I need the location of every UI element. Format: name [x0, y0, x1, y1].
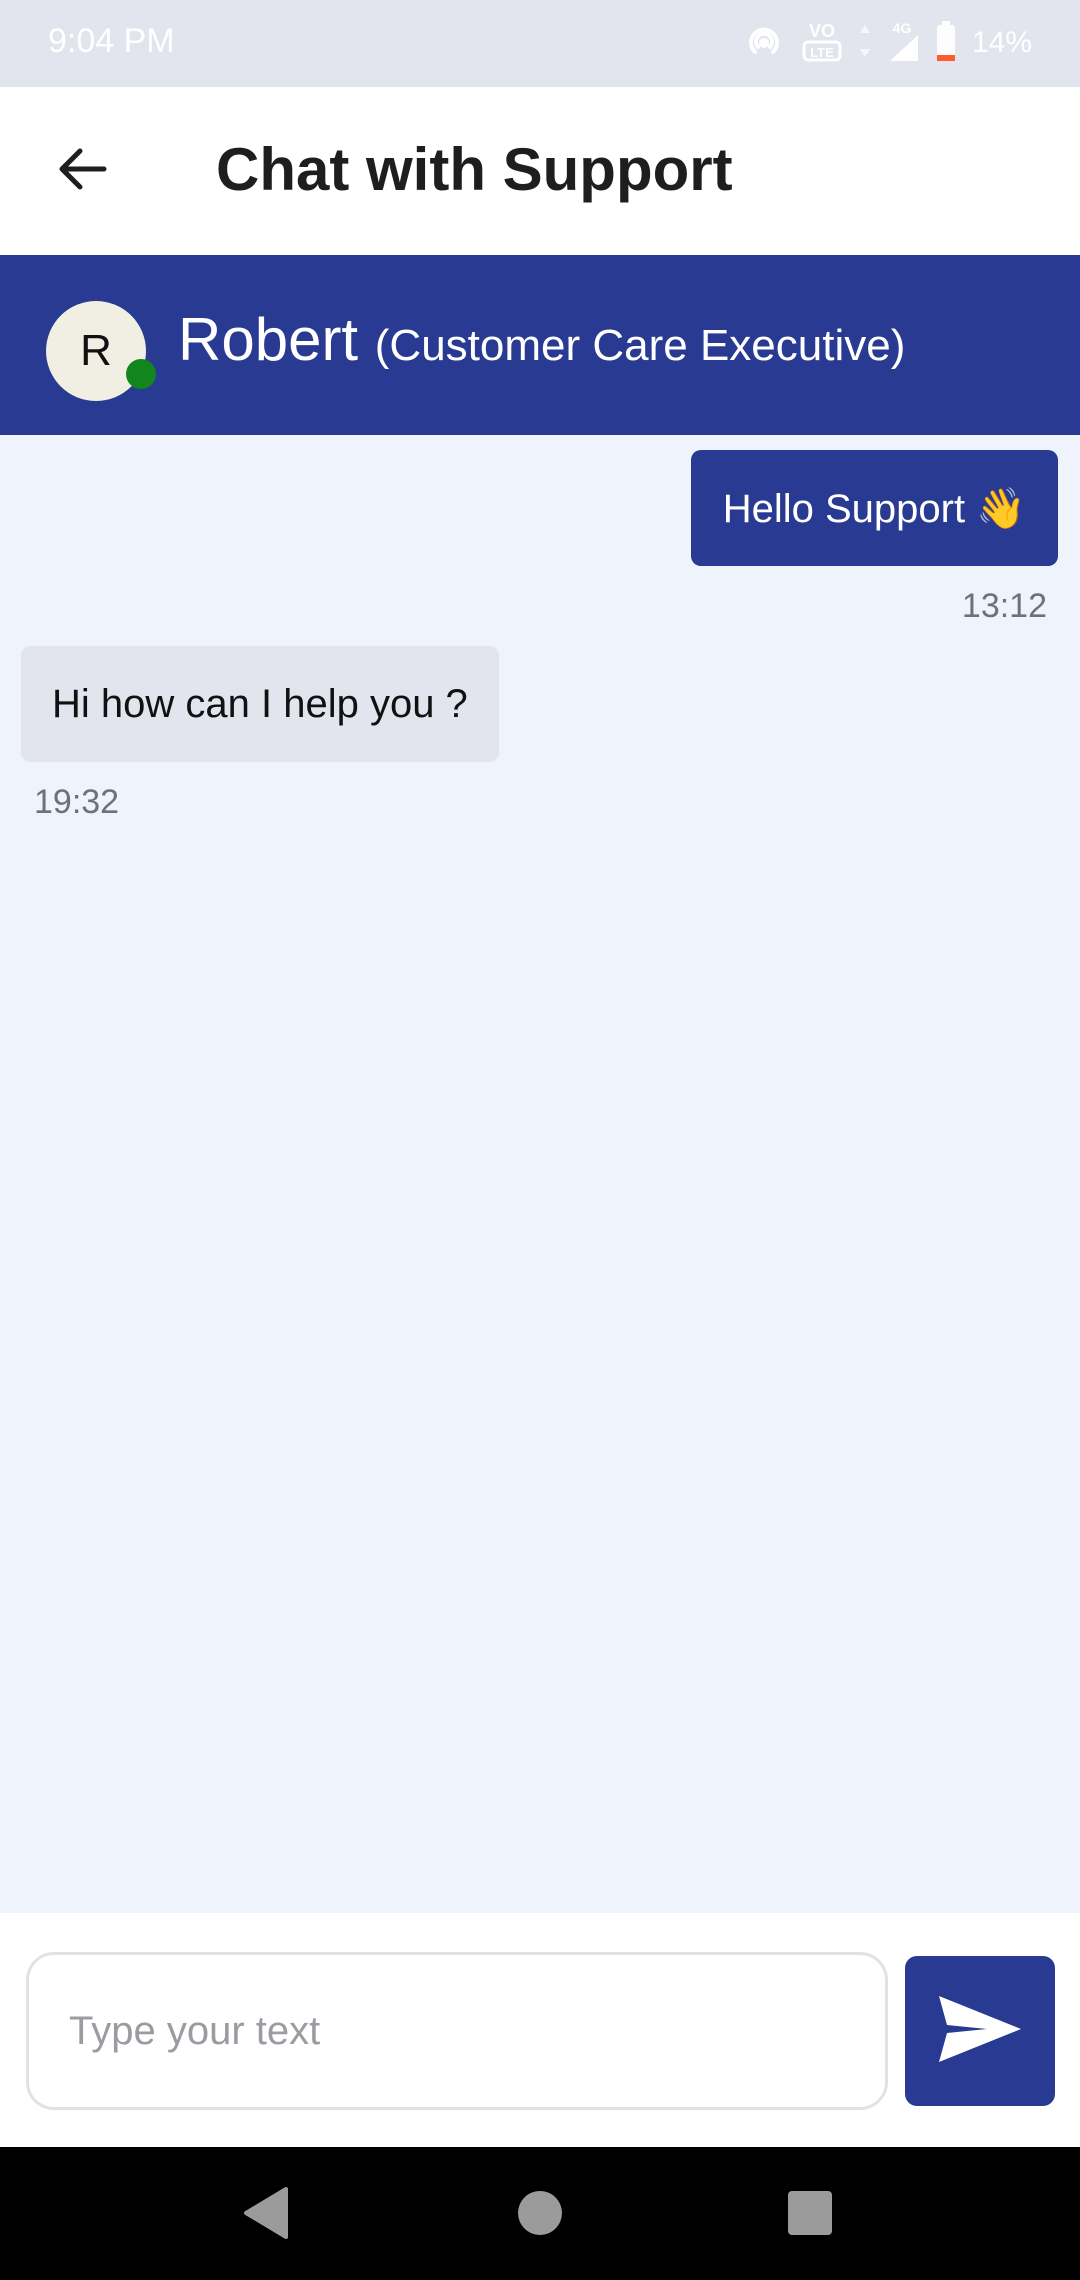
- data-arrows-icon: [858, 21, 872, 66]
- message-input[interactable]: [26, 1952, 888, 2110]
- page-title: Chat with Support: [216, 136, 733, 203]
- message-bubble-outgoing[interactable]: Hello Support 👋: [690, 450, 1058, 566]
- signal-icon: 4G: [886, 19, 920, 68]
- status-icons: VO LTE 4G 14%: [742, 18, 1032, 68]
- agent-header: R Robert (Customer Care Executive): [0, 255, 1080, 435]
- battery-percent: 14%: [971, 26, 1032, 59]
- hotspot-icon: [742, 19, 786, 68]
- status-bar: 9:04 PM VO LTE 4G 14%: [0, 0, 1080, 87]
- composer: [0, 1913, 1080, 2147]
- back-button[interactable]: [44, 133, 120, 209]
- arrow-left-icon: [54, 141, 110, 202]
- nav-home-button[interactable]: [502, 2177, 578, 2253]
- recents-square-icon: [786, 2189, 834, 2242]
- app-bar: Chat with Support: [0, 87, 1080, 255]
- send-button[interactable]: [905, 1956, 1055, 2106]
- svg-text:VO: VO: [809, 21, 835, 41]
- agent-role: (Customer Care Executive): [374, 321, 906, 370]
- message-timestamp: 19:32: [34, 783, 120, 821]
- volte-icon: VO LTE: [800, 17, 844, 70]
- send-icon: [937, 1994, 1023, 2069]
- agent-name-line: Robert (Customer Care Executive): [178, 305, 905, 374]
- back-triangle-icon: [242, 2186, 290, 2244]
- nav-back-button[interactable]: [228, 2177, 304, 2253]
- message-bubble-incoming[interactable]: Hi how can I help you ?: [21, 646, 499, 762]
- battery-icon: [934, 19, 958, 68]
- online-status-dot: [126, 359, 156, 389]
- system-nav-bar: [0, 2147, 1080, 2280]
- status-time: 9:04 PM: [48, 22, 175, 60]
- svg-text:LTE: LTE: [810, 45, 834, 60]
- message-timestamp: 13:12: [961, 587, 1047, 625]
- svg-text:4G: 4G: [893, 20, 912, 36]
- nav-recents-button[interactable]: [772, 2177, 848, 2253]
- home-circle-icon: [516, 2189, 564, 2242]
- message-list[interactable]: Hello Support 👋 13:12 Hi how can I help …: [0, 435, 1080, 1913]
- agent-name: Robert: [178, 306, 359, 373]
